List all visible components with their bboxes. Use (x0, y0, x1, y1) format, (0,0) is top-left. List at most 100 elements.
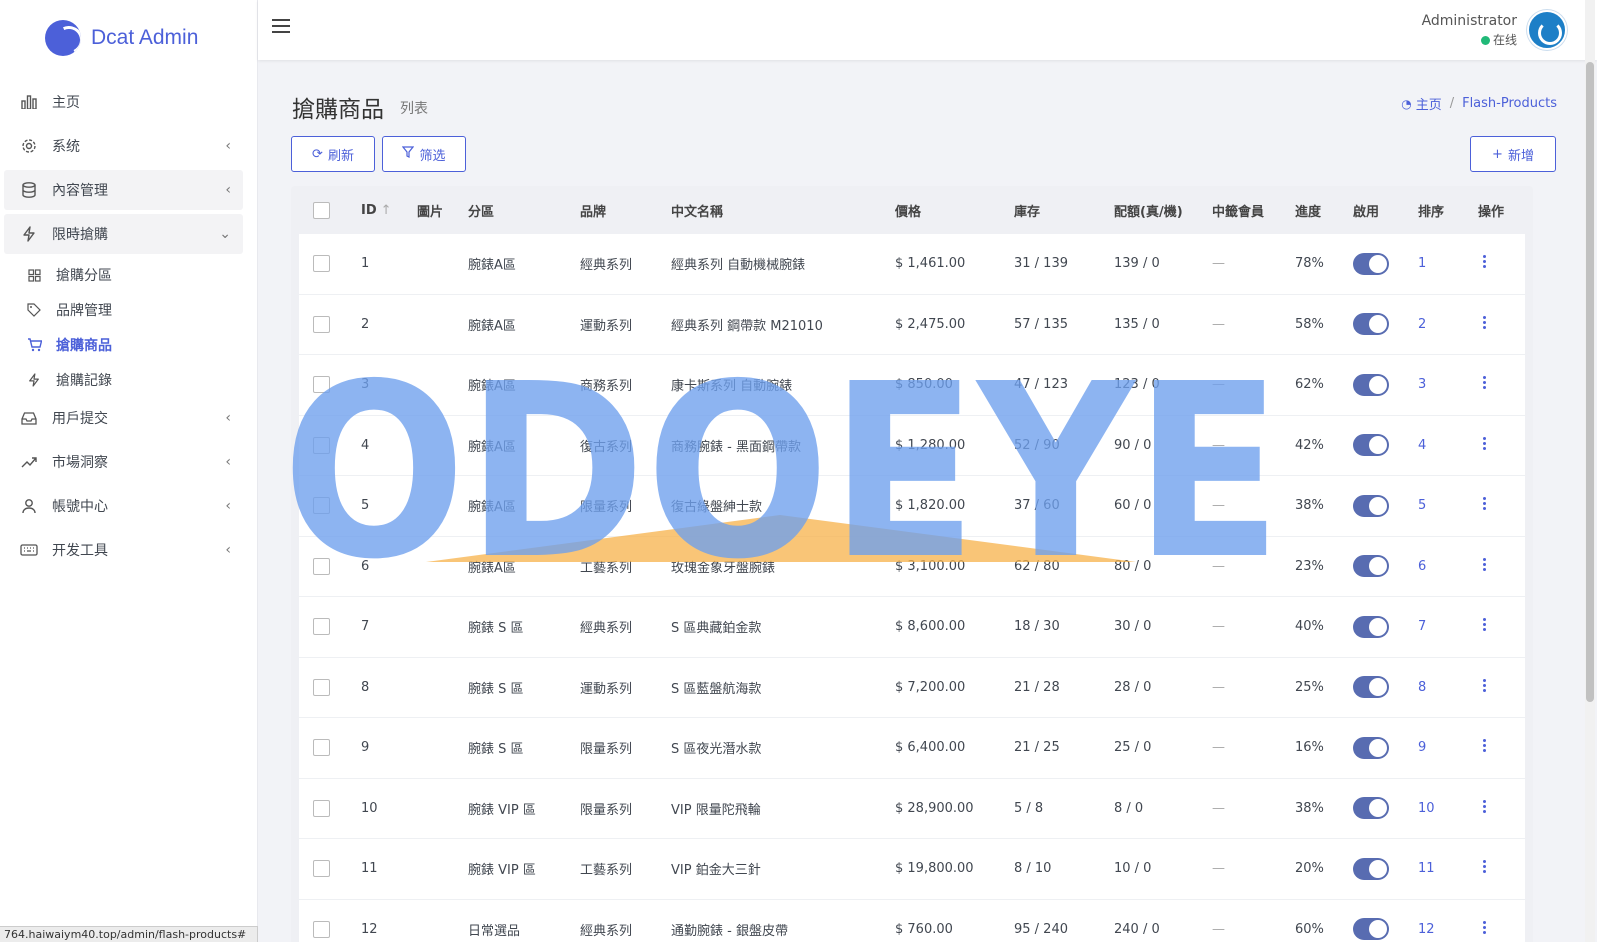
row-enabled-toggle[interactable] (1353, 313, 1418, 336)
page-scrollbar[interactable] (1585, 0, 1595, 942)
sidebar-item-home[interactable]: 主页 (4, 82, 243, 122)
row-sort-cell: 12 (1418, 921, 1478, 937)
row-enabled-toggle[interactable] (1353, 434, 1418, 457)
breadcrumb-separator: / (1449, 96, 1455, 111)
row-actions-icon[interactable] (1478, 737, 1518, 758)
row-enabled-toggle[interactable] (1353, 676, 1418, 699)
new-button[interactable]: + 新增 (1470, 136, 1556, 172)
row-checkbox[interactable] (299, 497, 361, 515)
row-checkbox[interactable] (299, 376, 361, 394)
row-sort-link[interactable]: 7 (1418, 619, 1427, 635)
user-menu[interactable]: Administrator 在线 (1422, 10, 1567, 50)
row-actions-icon[interactable] (1478, 374, 1518, 395)
row-sort-link[interactable]: 11 (1418, 861, 1435, 877)
row-progress: 60% (1295, 921, 1324, 937)
row-sort-link[interactable]: 2 (1418, 316, 1427, 332)
row-progress: 78% (1295, 256, 1324, 272)
row-actions-icon[interactable] (1478, 677, 1518, 698)
select-all-checkbox[interactable] (291, 201, 361, 219)
row-sort-link[interactable]: 12 (1418, 921, 1435, 937)
sidebar-item-account[interactable]: 帳號中心 ‹ (4, 486, 243, 526)
sidebar-item-submissions[interactable]: 用戶提交 ‹ (4, 398, 243, 438)
row-sort-link[interactable]: 9 (1418, 740, 1427, 756)
row-checkbox[interactable] (299, 678, 361, 696)
row-sort-link[interactable]: 10 (1418, 800, 1435, 816)
row-actions-icon[interactable] (1478, 798, 1518, 819)
row-stock: 62 / 80 (1014, 558, 1060, 574)
row-actions-icon[interactable] (1478, 253, 1518, 274)
row-sort-link[interactable]: 6 (1418, 558, 1427, 574)
row-sort-link[interactable]: 4 (1418, 437, 1427, 453)
row-checkbox[interactable] (299, 920, 361, 938)
sidebar-subitem-brands[interactable]: 品牌管理 (4, 293, 243, 327)
row-checkbox[interactable] (299, 860, 361, 878)
col-id[interactable]: ID ↑ (361, 203, 417, 218)
row-checkbox[interactable] (299, 739, 361, 757)
row-checkbox[interactable] (299, 315, 361, 333)
row-winner: — (1212, 679, 1225, 695)
row-checkbox[interactable] (299, 255, 361, 273)
row-checkbox[interactable] (299, 436, 361, 454)
avatar[interactable] (1527, 10, 1567, 50)
row-actions-icon[interactable] (1478, 314, 1518, 335)
row-name: S 區夜光潛水款 (671, 742, 762, 758)
row-sort-link[interactable]: 8 (1418, 679, 1427, 695)
sidebar-item-market[interactable]: 市場洞察 ‹ (4, 442, 243, 482)
row-sort-cell: 3 (1418, 377, 1478, 393)
row-price: $ 28,900.00 (895, 800, 974, 816)
row-actions-icon[interactable] (1478, 435, 1518, 456)
row-enabled-toggle[interactable] (1353, 736, 1418, 759)
sidebar-subitem-zones[interactable]: 搶購分區 (4, 258, 243, 292)
row-sort-cell: 7 (1418, 619, 1478, 635)
row-sort-link[interactable]: 3 (1418, 377, 1427, 393)
breadcrumb-home[interactable]: 主页 (1416, 94, 1442, 113)
filter-button[interactable]: 筛选 (382, 136, 466, 172)
row-actions-icon[interactable] (1478, 919, 1518, 940)
sidebar-subitem-records[interactable]: 搶購記錄 (4, 363, 243, 397)
row-price: $ 19,800.00 (895, 861, 974, 877)
row-checkbox[interactable] (299, 799, 361, 817)
table-row: 8 腕錶 S 區 運動系列 S 區藍盤航海款 $ 7,200.00 21 / 2… (299, 658, 1525, 718)
row-category: 腕錶 S 區 (468, 742, 524, 758)
scrollbar-thumb[interactable] (1586, 62, 1594, 702)
row-actions-icon[interactable] (1478, 495, 1518, 516)
sidebar-item-flash-sale[interactable]: 限時搶購 ⌄ (4, 214, 243, 254)
row-actions-icon[interactable] (1478, 616, 1518, 637)
menu-toggle-icon[interactable] (272, 19, 290, 33)
row-checkbox[interactable] (299, 557, 361, 575)
online-dot-icon (1480, 35, 1490, 45)
row-enabled-toggle[interactable] (1353, 857, 1418, 880)
row-enabled-toggle[interactable] (1353, 615, 1418, 638)
breadcrumb: ◔ 主页 / Flash-Products (1401, 94, 1557, 113)
col-stock: 庫存 (1014, 204, 1041, 220)
row-id: 7 (361, 619, 370, 635)
row-sort-cell: 1 (1418, 256, 1478, 272)
row-quota: 80 / 0 (1114, 558, 1152, 574)
row-checkbox[interactable] (299, 618, 361, 636)
row-enabled-toggle[interactable] (1353, 555, 1418, 578)
logo-text: Dcat Admin (91, 26, 199, 49)
logo[interactable]: Dcat Admin (0, 0, 257, 76)
gear-icon (20, 137, 38, 155)
row-id: 4 (361, 437, 370, 453)
row-enabled-toggle[interactable] (1353, 373, 1418, 396)
row-sort-link[interactable]: 5 (1418, 498, 1427, 514)
sidebar-item-content[interactable]: 內容管理 ‹ (4, 170, 243, 210)
sidebar-subitem-products[interactable]: 搶購商品 (4, 328, 243, 362)
sidebar-item-devtools[interactable]: 开发工具 ‹ (4, 530, 243, 570)
row-enabled-toggle[interactable] (1353, 797, 1418, 820)
table-header: ID ↑ 圖片 分區 品牌 中文名稱 價格 庫存 配額(真/機) 中籤會員 進度 … (291, 186, 1533, 234)
sort-arrow-icon[interactable]: ↑ (381, 203, 392, 218)
row-enabled-toggle[interactable] (1353, 918, 1418, 941)
row-category: 腕錶A區 (468, 500, 516, 516)
row-enabled-toggle[interactable] (1353, 252, 1418, 275)
row-sort-link[interactable]: 1 (1418, 256, 1427, 272)
row-actions-icon[interactable] (1478, 858, 1518, 879)
row-actions-icon[interactable] (1478, 556, 1518, 577)
row-stock: 8 / 10 (1014, 861, 1052, 877)
refresh-button[interactable]: ⟳ 刷新 (291, 136, 375, 172)
table-row: 2 腕錶A區 運動系列 經典系列 鋼帶款 M21010 $ 2,475.00 5… (299, 295, 1525, 355)
keyboard-icon (20, 541, 38, 559)
sidebar-item-system[interactable]: 系统 ‹ (4, 126, 243, 166)
row-enabled-toggle[interactable] (1353, 494, 1418, 517)
